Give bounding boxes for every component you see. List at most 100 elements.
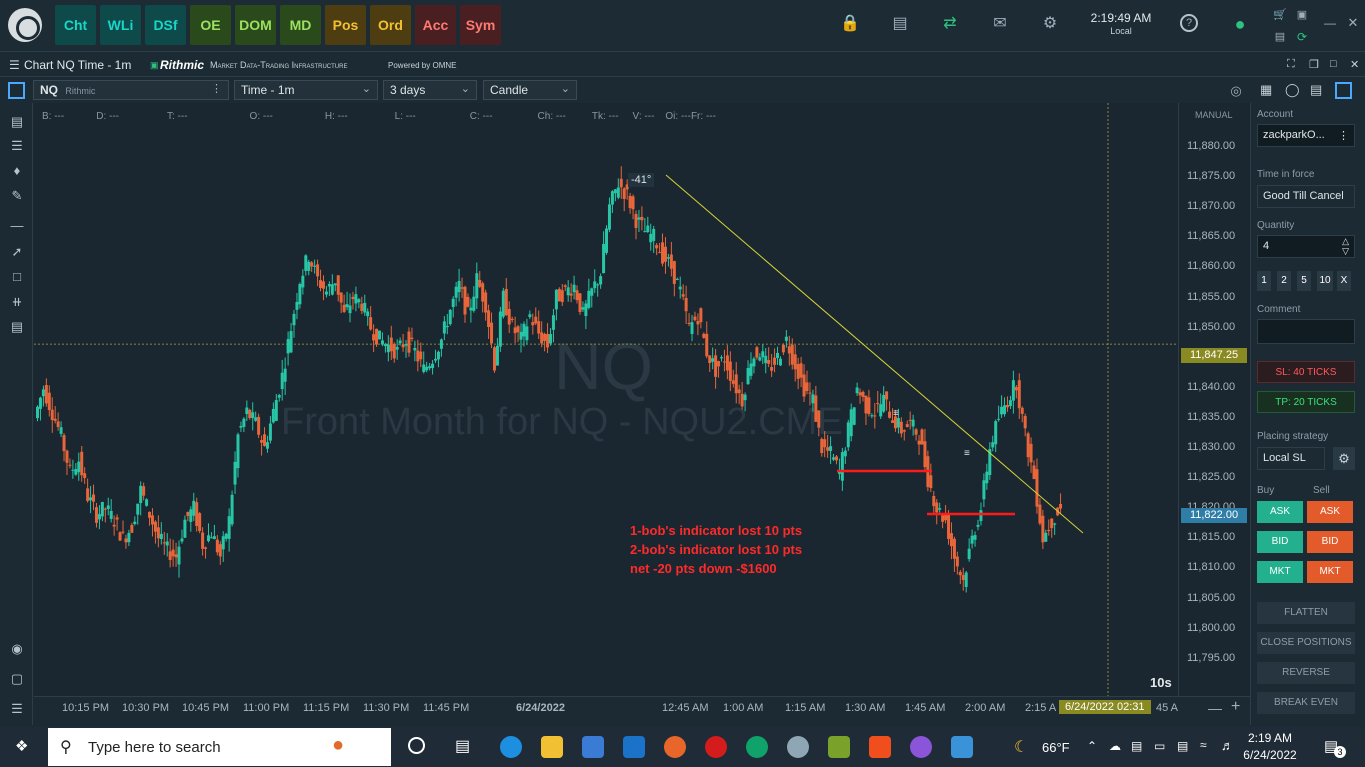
toolbar-button-pos[interactable]: Pos (325, 5, 366, 45)
windows-start-icon[interactable]: ❖ (15, 739, 31, 755)
window-icon[interactable]: ▤ (890, 14, 910, 34)
price-axis[interactable]: MANUAL 11,880.00 11,875.00 11,870.00 11,865… (1178, 103, 1250, 696)
briefcase-icon[interactable]: ▣ (1292, 5, 1312, 25)
toolbar-button-md[interactable]: MD (280, 5, 321, 45)
toolbar-button-ord[interactable]: Ord (370, 5, 411, 45)
close-icon[interactable]: ✕ (1343, 13, 1363, 33)
timeframe-select[interactable]: Time - 1m ⌄ (234, 80, 378, 100)
user-status-icon[interactable]: ● (1230, 14, 1250, 34)
side-panel-icon[interactable] (1335, 82, 1352, 99)
sell-ask-button[interactable]: ASK (1307, 501, 1353, 523)
store-icon[interactable] (582, 736, 604, 758)
trash-icon[interactable]: ▢ (8, 670, 26, 688)
maximize-icon[interactable]: □ (1330, 58, 1337, 70)
network-icon[interactable]: ▤ (1131, 739, 1142, 753)
layers-icon[interactable]: ☰ (8, 137, 26, 155)
toolbar-button-wli[interactable]: WLi (100, 5, 141, 45)
edge-icon[interactable] (500, 736, 522, 758)
zoom-in-icon[interactable]: + (1231, 698, 1240, 716)
close-chart-icon[interactable]: ✕ (1350, 58, 1359, 71)
bar-chart-icon[interactable]: ▤ (8, 113, 26, 131)
chart-plot[interactable]: ≡≡ (34, 103, 1178, 696)
kebab-icon[interactable]: ⋮ (1338, 129, 1349, 142)
cart-icon[interactable]: 🛒 (1270, 5, 1290, 25)
restore-icon[interactable]: ❐ (1309, 58, 1319, 71)
close-positions-button[interactable]: CLOSE POSITIONS (1257, 632, 1355, 654)
chart-canvas[interactable]: NQ Front Month for NQ - NQU2.CME ≡ ≡ B: -… (34, 103, 1178, 696)
qty-button[interactable]: 5 (1297, 271, 1311, 291)
rectangle-icon[interactable]: □ (8, 268, 26, 286)
speaker-icon[interactable]: ♬ (1221, 738, 1234, 753)
account-select[interactable]: zackparkO... ⋮ (1257, 124, 1355, 147)
chat-icon[interactable]: ✉ (990, 14, 1010, 34)
taskbar-search[interactable]: ⚲ Type here to search ● (48, 728, 391, 766)
task-view-icon[interactable] (408, 737, 425, 754)
weather-temp[interactable]: 66°F (1042, 740, 1070, 755)
firefox-icon[interactable] (664, 736, 686, 758)
refresh-icon[interactable]: ⟳ (1292, 27, 1312, 47)
zoom-out-icon[interactable]: — (1208, 700, 1222, 716)
lock-icon[interactable]: 🔒 (840, 14, 860, 34)
upwork-icon[interactable] (746, 736, 768, 758)
fib-icon[interactable]: ⧺ (8, 293, 26, 311)
printer-icon[interactable]: ▤ (1270, 27, 1290, 47)
list-icon[interactable]: ☰ (8, 700, 26, 718)
qty-button[interactable]: 1 (1257, 271, 1271, 291)
text-tool-icon[interactable]: ▤ (8, 318, 26, 336)
quantity-stepper[interactable]: 4 △ ▽ (1257, 235, 1355, 258)
buy-ask-button[interactable]: ASK (1257, 501, 1303, 523)
flatten-button[interactable]: FLATTEN (1257, 602, 1355, 624)
toolbar-button-sym[interactable]: Sym (460, 5, 501, 45)
taskbar-time[interactable]: 2:19 AM (1245, 731, 1295, 745)
trend-line-icon[interactable]: ➚ (8, 243, 26, 261)
buy-market-button[interactable]: MKT (1257, 561, 1303, 583)
taskbar-date[interactable]: 6/24/2022 (1240, 748, 1300, 762)
tif-select[interactable]: Good Till Cancel (1257, 185, 1355, 208)
break-even-button[interactable]: BREAK EVEN (1257, 692, 1355, 714)
fullscreen-icon[interactable]: ⛶ (1287, 58, 1295, 71)
swap-arrows-icon[interactable]: ⇄ (940, 14, 960, 34)
stepper-arrows-icon[interactable]: △ ▽ (1342, 236, 1349, 256)
qty-button[interactable]: X (1337, 271, 1351, 291)
buy-bid-button[interactable]: BID (1257, 531, 1303, 553)
photos-icon[interactable] (951, 736, 973, 758)
widgets-icon[interactable]: ▤ (455, 736, 470, 756)
rithmic-app-icon[interactable] (787, 736, 809, 758)
file-explorer-icon[interactable] (541, 736, 563, 758)
printer-icon[interactable]: ▤ (1177, 739, 1188, 753)
mail-icon[interactable] (623, 736, 645, 758)
panel-toggle-icon[interactable] (8, 82, 25, 99)
strategy-settings-icon[interactable]: ⚙ (1333, 447, 1355, 470)
symbol-select[interactable]: NQ Rithmic ⋮ (33, 80, 229, 100)
discord-icon[interactable] (910, 736, 932, 758)
strategy-select[interactable]: Local SL (1257, 447, 1325, 470)
brave-icon[interactable] (869, 736, 891, 758)
tp-button[interactable]: TP: 20 TICKS (1257, 391, 1355, 413)
sell-market-button[interactable]: MKT (1307, 561, 1353, 583)
comment-field[interactable] (1257, 319, 1355, 344)
chevron-up-icon[interactable]: ⌃ (1087, 739, 1097, 753)
layers-icon[interactable]: ▤ (1310, 82, 1322, 98)
toolbar-button-oe[interactable]: OE (190, 5, 231, 45)
sell-bid-button[interactable]: BID (1307, 531, 1353, 553)
toolbar-button-cht[interactable]: Cht (55, 5, 96, 45)
eye-icon[interactable]: ◉ (8, 640, 26, 658)
range-select[interactable]: 3 days ⌄ (383, 80, 477, 100)
bell-icon[interactable]: ♦ (8, 162, 26, 180)
app-icon[interactable] (828, 736, 850, 758)
qty-button[interactable]: 10 (1317, 271, 1333, 291)
wifi-icon[interactable]: ≈ (1200, 738, 1207, 752)
horizontal-line-icon[interactable]: — (8, 217, 26, 235)
sl-button[interactable]: SL: 40 TICKS (1257, 361, 1355, 383)
calculator-icon[interactable]: ▦ (1260, 82, 1272, 98)
toolbar-button-dsf[interactable]: DSf (145, 5, 186, 45)
mouse-icon[interactable]: ◯ (1285, 82, 1300, 98)
indicator-icon[interactable]: ◎ (1226, 81, 1246, 101)
time-axis[interactable]: 10:15 PM 10:30 PM 10:45 PM 11:00 PM 11:15 PM… (34, 696, 1250, 725)
chart-style-select[interactable]: Candle ⌄ (483, 80, 577, 100)
battery-icon[interactable]: ▭ (1154, 739, 1165, 753)
minimize-icon[interactable]: — (1320, 13, 1340, 33)
qty-button[interactable]: 2 (1277, 271, 1291, 291)
pencil-icon[interactable]: ✎ (8, 187, 26, 205)
kebab-icon[interactable]: ⋮ (211, 82, 222, 95)
